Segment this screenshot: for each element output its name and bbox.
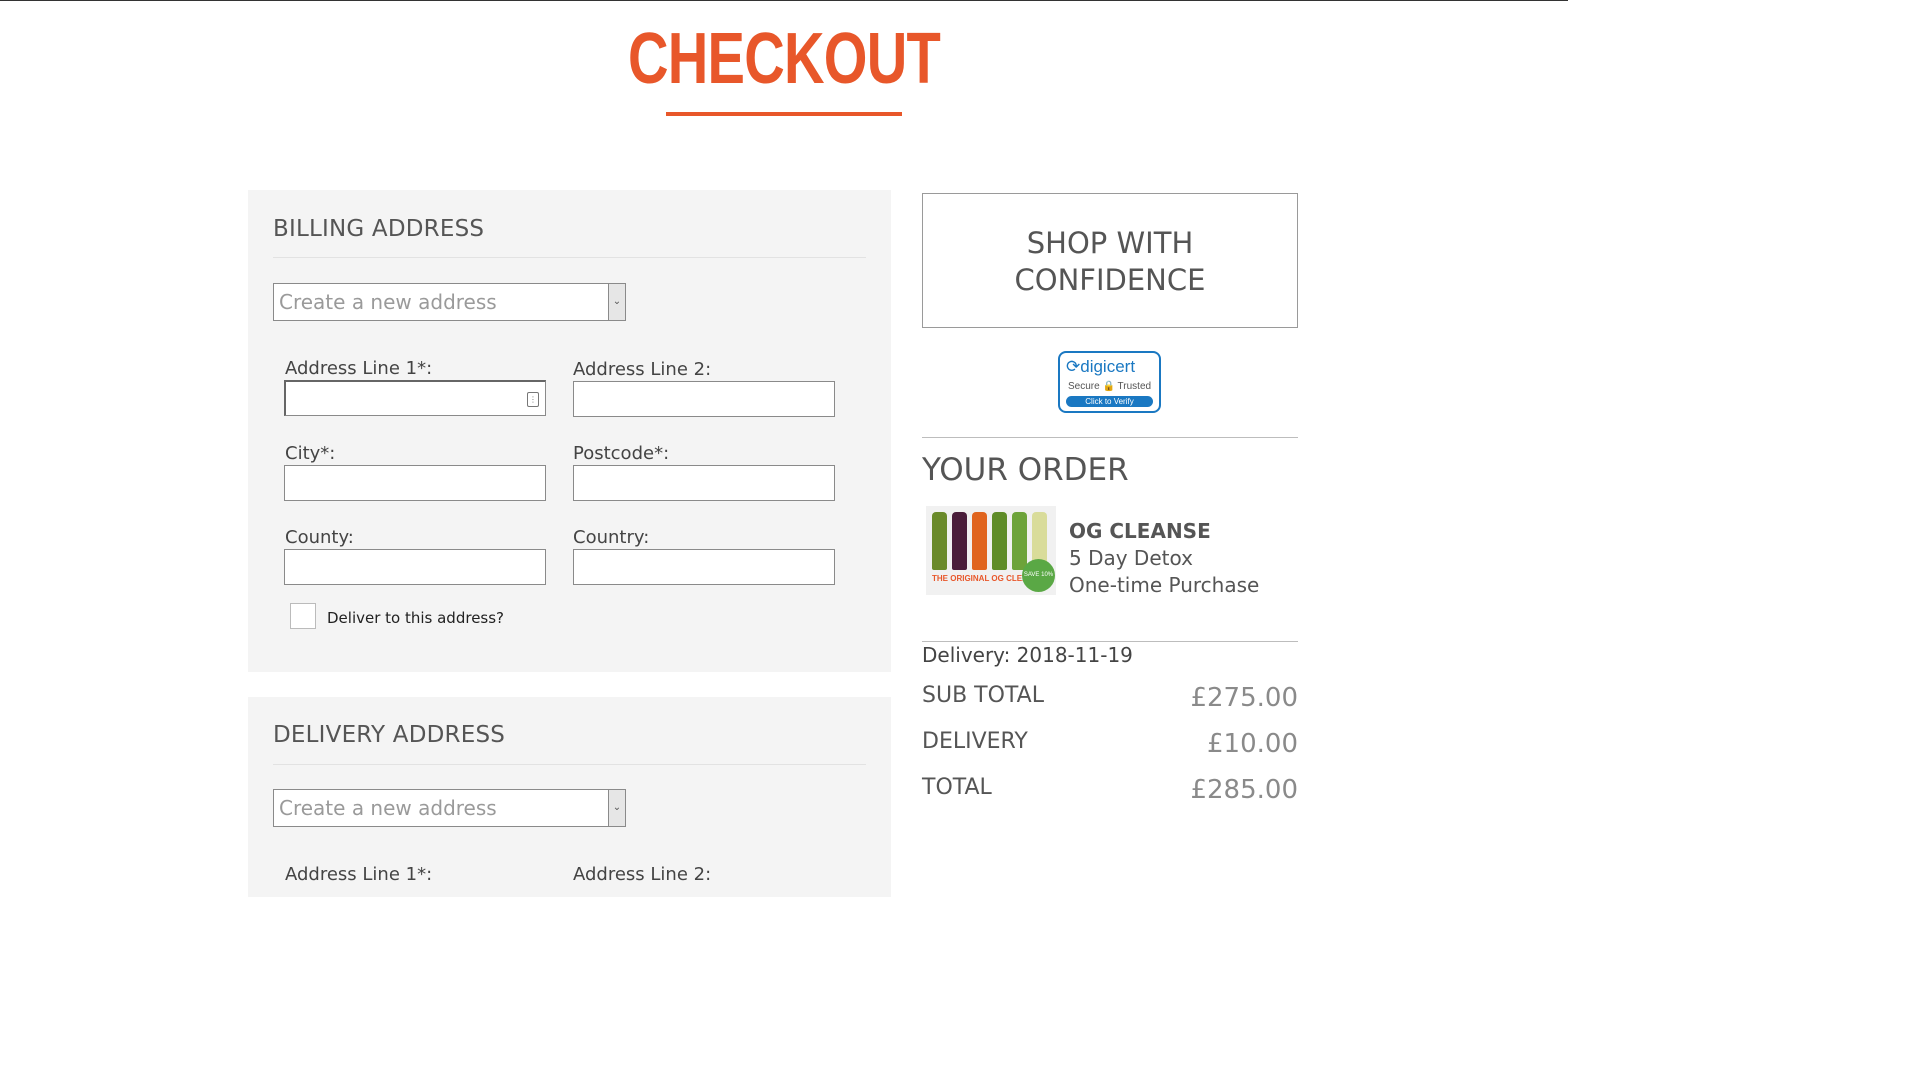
country-label: Country: <box>573 527 650 548</box>
product-description: 5 Day Detox <box>1069 546 1193 570</box>
chevron-down-icon[interactable]: ⌄ <box>608 284 625 320</box>
total-value: £285.00 <box>1190 775 1298 805</box>
product-save-badge: SAVE 10% <box>1022 559 1055 592</box>
deliver-to-address-label[interactable]: Deliver to this address? <box>327 609 504 627</box>
product-name: OG CLEANSE <box>1069 519 1211 543</box>
seal-secure-text: Secure <box>1068 381 1100 392</box>
click-to-verify-button[interactable]: Click to Verify <box>1066 396 1153 407</box>
your-order-heading: YOUR ORDER <box>922 452 1129 488</box>
confidence-line1: SHOP WITH <box>1026 226 1194 260</box>
order-divider-bottom <box>922 641 1298 642</box>
digicert-logo-icon: ⟳digicert <box>1066 357 1136 376</box>
order-divider-top <box>922 437 1298 438</box>
delivery-select-value: Create a new address <box>279 796 497 820</box>
city-label: City*: <box>285 443 336 464</box>
address-line1-label: Address Line 1*: <box>285 358 433 379</box>
lock-icon: 🔒 <box>1102 381 1115 392</box>
billing-address-select[interactable]: Create a new address ⌄ <box>273 283 626 321</box>
bottle-1 <box>932 512 947 570</box>
chevron-down-icon[interactable]: ⌄ <box>608 790 625 826</box>
bottle-3 <box>972 512 987 570</box>
billing-select-value: Create a new address <box>279 290 497 314</box>
subtotal-value: £275.00 <box>1190 683 1298 713</box>
contact-card-icon[interactable]: ⋮ <box>527 392 539 407</box>
bottle-2 <box>952 512 967 570</box>
confidence-line2: CONFIDENCE <box>1014 263 1206 297</box>
billing-heading: BILLING ADDRESS <box>273 216 485 242</box>
deliver-to-address-checkbox[interactable] <box>290 603 316 629</box>
bottle-5 <box>1012 512 1027 570</box>
product-purchase-type: One-time Purchase <box>1069 573 1260 597</box>
digicert-brand: digicert <box>1080 357 1136 376</box>
page-title: CHECKOUT <box>628 19 941 99</box>
delivery-address-line2-label: Address Line 2: <box>573 864 712 885</box>
delivery-cost-value: £10.00 <box>1207 729 1298 759</box>
digicert-trust-text: Secure 🔒 Trusted <box>1068 381 1151 392</box>
delivery-address-panel: DELIVERY ADDRESS Create a new address ⌄ … <box>248 697 891 897</box>
delivery-divider <box>273 764 866 765</box>
postcode-label: Postcode*: <box>573 443 670 464</box>
county-label: County: <box>285 527 354 548</box>
shop-with-confidence-box: SHOP WITH CONFIDENCE <box>922 193 1298 328</box>
title-underline <box>666 112 902 116</box>
product-image: THE ORIGINAL OG CLEANSE SAVE 10% <box>926 506 1056 595</box>
delivery-cost-label: DELIVERY <box>922 729 1028 754</box>
county-input[interactable] <box>284 549 546 585</box>
seal-trusted-text: Trusted <box>1117 381 1152 392</box>
bottle-4 <box>992 512 1007 570</box>
billing-divider <box>273 257 866 258</box>
address-line2-input[interactable] <box>573 381 835 417</box>
postcode-input[interactable] <box>573 465 835 501</box>
total-label: TOTAL <box>922 775 992 800</box>
delivery-date: Delivery: 2018-11-19 <box>922 643 1133 667</box>
city-input[interactable] <box>284 465 546 501</box>
address-line1-input[interactable]: ⋮ <box>284 380 546 416</box>
country-input[interactable] <box>573 549 835 585</box>
delivery-address-line1-label: Address Line 1*: <box>285 864 433 885</box>
subtotal-label: SUB TOTAL <box>922 683 1044 708</box>
digicert-seal[interactable]: ⟳digicert Secure 🔒 Trusted Click to Veri… <box>1058 351 1161 413</box>
billing-address-panel: BILLING ADDRESS Create a new address ⌄ A… <box>248 190 891 672</box>
delivery-heading: DELIVERY ADDRESS <box>273 722 506 748</box>
address-line2-label: Address Line 2: <box>573 359 712 380</box>
delivery-address-select[interactable]: Create a new address ⌄ <box>273 789 626 827</box>
